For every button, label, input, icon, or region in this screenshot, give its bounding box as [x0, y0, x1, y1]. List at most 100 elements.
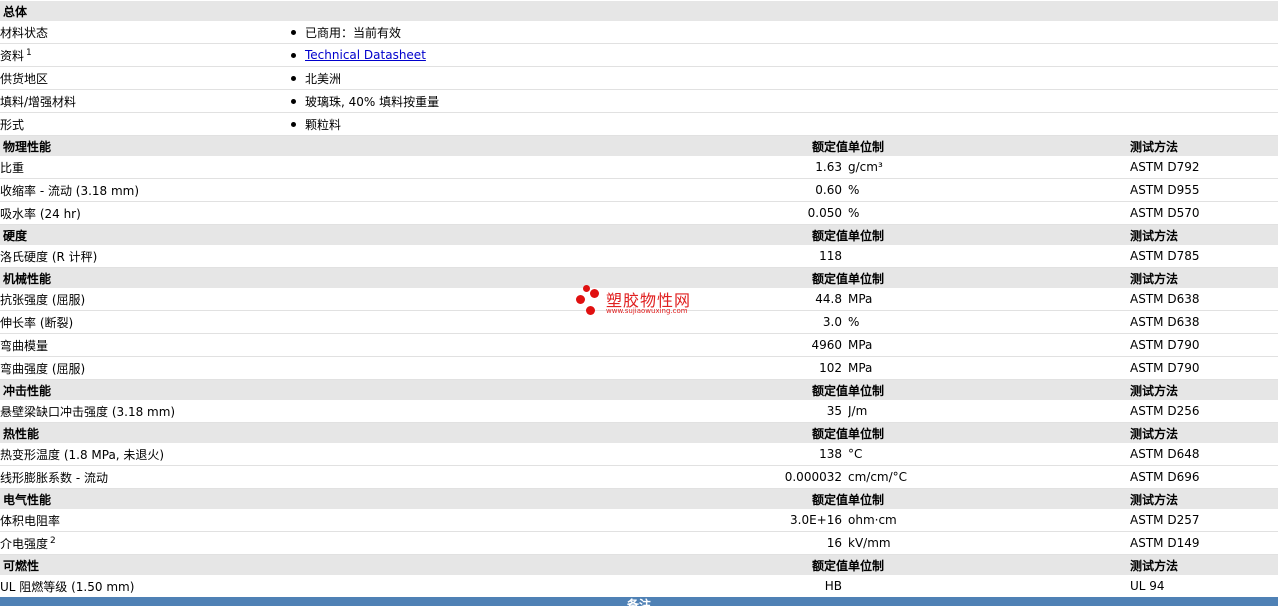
nominal-value-header: 额定值: [285, 135, 848, 156]
property-value-wrap: 北美洲: [285, 70, 1278, 87]
property-row: UL 阻燃等级 (1.50 mm) HB UL 94: [0, 575, 1278, 598]
nominal-value-header: 额定值: [285, 224, 848, 245]
section-title: 物理性能: [0, 135, 285, 156]
test-method: ASTM D638: [1130, 310, 1278, 334]
unit-value: MPa: [848, 288, 1130, 311]
unit-value: kV/mm: [848, 531, 1130, 555]
nominal-value: 118: [819, 249, 842, 263]
unit-value: cm/cm/°C: [848, 465, 1130, 489]
unit-header: 单位制: [848, 267, 1130, 288]
nominal-value-header: 额定值: [285, 379, 848, 400]
section-title: 硬度: [0, 224, 285, 245]
unit-value: °C: [848, 443, 1130, 466]
property-value-cell: 玻璃珠, 40% 填料按重量: [285, 89, 1278, 113]
property-label-cell: 体积电阻率 3.0E+16: [0, 509, 848, 532]
unit-value: g/cm³: [848, 156, 1130, 179]
general-row: 材料状态 已商用：当前有效: [0, 21, 1278, 44]
test-method: ASTM D638: [1130, 288, 1278, 311]
unit-value: MPa: [848, 356, 1130, 380]
property-label: 材料状态: [0, 25, 49, 40]
property-row: 体积电阻率 3.0E+16 ohm·cm ASTM D257: [0, 509, 1278, 532]
property-row: 收缩率 - 流动 (3.18 mm) 0.60% ASTM D955: [0, 178, 1278, 202]
test-method: ASTM D257: [1130, 509, 1278, 532]
bullet-icon: [291, 75, 296, 81]
nominal-value: 0.60: [815, 183, 842, 197]
section-title: 热性能: [0, 422, 285, 443]
property-label: 悬壁梁缺口冲击强度 (3.18 mm): [0, 404, 176, 419]
test-method-header: 测试方法: [1130, 135, 1278, 156]
test-method-header: 测试方法: [1130, 422, 1278, 443]
property-label-cell: 洛氏硬度 (R 计秤) 118: [0, 245, 848, 268]
unit-value: [848, 575, 1130, 598]
property-value: 颗粒料: [305, 117, 342, 132]
footnote-marker: 1: [26, 47, 32, 58]
property-label-cell: 收缩率 - 流动 (3.18 mm) 0.60: [0, 178, 848, 202]
section-title: 机械性能: [0, 267, 285, 288]
property-value-cell: Technical Datasheet: [285, 43, 1278, 67]
watermark-url: www.sujiaowuxing.com: [606, 307, 688, 315]
nominal-value-header: 额定值: [285, 554, 848, 575]
nominal-value: 16: [826, 536, 842, 550]
unit-header: 单位制: [848, 135, 1130, 156]
property-value-cell: 北美洲: [285, 66, 1278, 90]
property-label-cell: 弯曲强度 (屈服) 102: [0, 356, 848, 380]
nominal-value: 3.0E+16: [790, 513, 842, 527]
unit-value: [848, 245, 1130, 268]
watermark-dot: [583, 285, 590, 292]
property-label-cell: 吸水率 (24 hr) 0.050: [0, 201, 848, 225]
property-label-cell: 资料 1: [0, 43, 285, 67]
property-label: 资料: [0, 48, 25, 63]
notes-footer-label: 备注: [626, 598, 651, 606]
test-method-header: 测试方法: [1130, 554, 1278, 575]
property-row: 弯曲强度 (屈服) 102 MPa ASTM D790: [0, 356, 1278, 380]
nominal-value: 0.000032: [784, 470, 842, 484]
property-label-cell: 悬壁梁缺口冲击强度 (3.18 mm) 35: [0, 400, 848, 423]
property-label-cell: 伸长率 (断裂) 3.0: [0, 310, 848, 334]
property-label: 抗张强度 (屈服): [0, 292, 86, 307]
property-value: 已商用：当前有效: [305, 25, 402, 40]
property-label: 形式: [0, 117, 25, 132]
bullet-icon: [291, 121, 296, 127]
property-label: UL 阻燃等级 (1.50 mm): [0, 579, 135, 594]
test-method: ASTM D570: [1130, 201, 1278, 225]
section-title: 冲击性能: [0, 379, 285, 400]
unit-value: %: [848, 201, 1130, 225]
property-value-wrap: 玻璃珠, 40% 填料按重量: [285, 93, 1278, 110]
property-value-wrap: 颗粒料: [285, 116, 1278, 133]
general-row: 填料/增强材料 玻璃珠, 40% 填料按重量: [0, 89, 1278, 113]
unit-header: 单位制: [848, 554, 1130, 575]
property-value-cell: 颗粒料: [285, 112, 1278, 136]
bullet-icon: [291, 29, 296, 35]
property-label: 填料/增强材料: [0, 94, 77, 109]
property-row: 热变形温度 (1.8 MPa, 未退火) 138 °C ASTM D648: [0, 443, 1278, 466]
test-method-header: 测试方法: [1130, 267, 1278, 288]
nominal-value: 0.050: [807, 206, 842, 220]
property-row: 吸水率 (24 hr) 0.050% ASTM D570: [0, 201, 1278, 225]
test-method: ASTM D256: [1130, 400, 1278, 423]
property-value-wrap: 已商用：当前有效: [285, 24, 1278, 41]
property-label: 介电强度: [0, 536, 49, 551]
nominal-value: 3.0: [822, 315, 842, 329]
property-row: 弯曲模量 4960 MPa ASTM D790: [0, 333, 1278, 357]
unit-value: %: [848, 310, 1130, 334]
unit-value: ohm·cm: [848, 509, 1130, 532]
unit-value: %: [848, 178, 1130, 202]
nominal-value-header: 额定值: [285, 267, 848, 288]
watermark-dot: [586, 306, 595, 315]
bullet-icon: [291, 52, 296, 58]
property-label: 比重: [0, 160, 25, 175]
property-label-cell: 形式: [0, 112, 285, 136]
test-method-header: 测试方法: [1130, 224, 1278, 245]
test-method: UL 94: [1130, 575, 1278, 598]
test-method-header: 测试方法: [1130, 379, 1278, 400]
general-row: 形式 颗粒料: [0, 112, 1278, 136]
section-header: 物理性能 额定值 单位制 测试方法: [0, 135, 1278, 156]
property-label: 收缩率 - 流动 (3.18 mm): [0, 183, 140, 198]
section-title: 总体: [0, 0, 1278, 21]
nominal-value: HB: [824, 579, 842, 593]
property-label: 伸长率 (断裂): [0, 315, 74, 330]
watermark-dot: [590, 289, 599, 298]
section-header: 冲击性能 额定值 单位制 测试方法: [0, 379, 1278, 400]
test-method: ASTM D790: [1130, 333, 1278, 357]
technical-datasheet-link[interactable]: Technical Datasheet: [305, 48, 426, 62]
